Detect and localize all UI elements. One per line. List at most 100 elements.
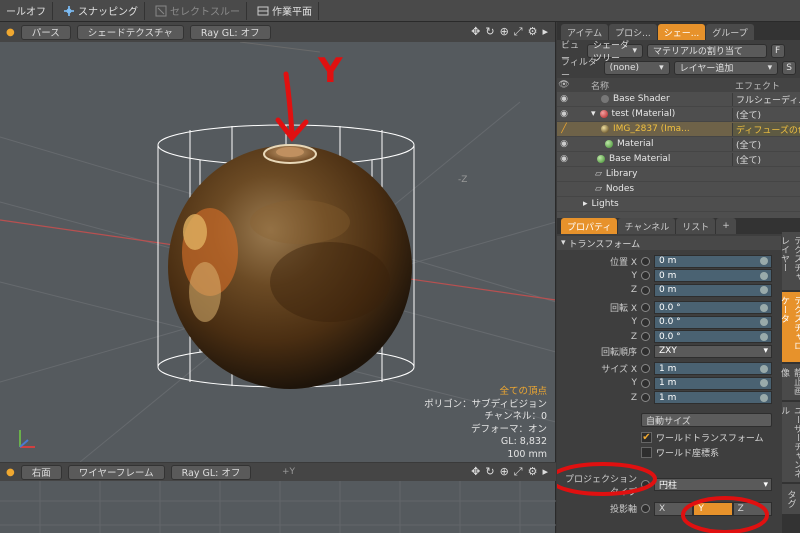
position-y-field[interactable]: 0 m (654, 269, 772, 283)
f-button[interactable]: F (771, 43, 785, 58)
maximize-icon[interactable]: ⤢ (514, 25, 523, 39)
folder-icon: ▱ (595, 184, 602, 194)
keyframe-dot[interactable] (641, 332, 650, 342)
tab-groups[interactable]: グループ (706, 24, 754, 40)
viewport2-menu-dot[interactable]: ● (6, 467, 15, 478)
size-y-field[interactable]: 1 m (654, 376, 772, 390)
tree-item-name: Base Material (609, 154, 671, 164)
expand-triangle-icon[interactable]: ▾ (591, 109, 596, 119)
tree-row-image[interactable]: ╱ IMG_2837 (Ima... ディフューズの色 (557, 122, 800, 137)
tab-list[interactable]: リスト (676, 218, 716, 234)
eye-icon[interactable]: ◉ (557, 94, 571, 104)
size-z-value: 1 m (659, 392, 677, 403)
tree-item-effect: (全て) (732, 152, 800, 166)
eye-icon: 👁 (558, 80, 570, 90)
view2-type-dropdown[interactable]: 右面 (20, 464, 62, 480)
tree-row-nodes[interactable]: ▱ Nodes (557, 182, 800, 197)
tab-channels[interactable]: チャンネル (618, 218, 676, 234)
zoom2-icon[interactable]: ⊕ (500, 465, 509, 479)
keyframe-dot[interactable] (641, 285, 650, 295)
side-tab-texture-locator[interactable]: テクスチャロケータ (779, 292, 800, 362)
keyframe-dot[interactable] (641, 317, 650, 327)
add-tab-button[interactable]: + (716, 218, 736, 234)
right-viewport[interactable]: ● 右面 ワイヤーフレーム Ray GL: オフ ✥ ↻ ⊕ ⤢ ⚙ ▸ +Y (0, 463, 556, 533)
tree-item-name: Lights (591, 199, 619, 209)
axis-z-option[interactable]: Z (732, 501, 772, 516)
raygl-toggle[interactable]: Ray GL: オフ (189, 24, 271, 40)
toolbar-work-plane-button[interactable]: 作業平面 (251, 1, 319, 20)
rotation-z-field[interactable]: 0.0 ° (654, 330, 772, 344)
add-layer-dropdown[interactable]: レイヤー追加 ▾ (673, 60, 779, 75)
tree-item-effect: ディフューズの色 (732, 122, 800, 136)
rotate2-icon[interactable]: ↻ (485, 465, 494, 479)
y-axis-label: +Y (282, 467, 296, 477)
position-x-field[interactable]: 0 m (654, 254, 772, 268)
s-button[interactable]: S (782, 60, 796, 75)
axis-x-option[interactable]: X (654, 501, 694, 516)
keyframe-dot[interactable] (641, 378, 650, 388)
keyframe-dot[interactable] (641, 504, 650, 513)
projection-type-dropdown[interactable]: 円柱 ▾ (654, 478, 772, 491)
rotation-x-field[interactable]: 0.0 ° (654, 301, 772, 315)
expand2-arrow-icon[interactable]: ▸ (542, 465, 548, 479)
keyframe-dot[interactable] (641, 346, 650, 356)
chevron-down-icon: ▾ (632, 45, 637, 56)
brush-icon[interactable]: ╱ (557, 124, 571, 134)
perspective-viewport[interactable]: ● パース シェードテクスチャ Ray GL: オフ ✥ ↻ ⊕ ⤢ ⚙ ▸ Y… (0, 22, 556, 462)
raygl2-toggle[interactable]: Ray GL: オフ (170, 464, 252, 480)
keyframe-dot[interactable] (641, 303, 650, 313)
eye-icon[interactable]: ◉ (557, 109, 571, 119)
eye-icon[interactable]: ◉ (557, 154, 571, 164)
rotation-order-dropdown[interactable]: ZXY ▾ (654, 344, 772, 358)
world-coord-checkbox[interactable] (641, 446, 652, 458)
world-transform-checkbox[interactable]: ✔ (641, 432, 652, 444)
pan2-icon[interactable]: ✥ (471, 465, 480, 479)
keyframe-dot[interactable] (641, 256, 650, 266)
side-tab-texture-layer[interactable]: テクスチャレイヤー (779, 232, 800, 290)
toolbar-select-through-button[interactable]: セレクトスルー (149, 1, 247, 20)
expand-triangle-icon[interactable]: ▸ (583, 199, 588, 209)
shading2-dropdown[interactable]: ワイヤーフレーム (67, 464, 165, 480)
rotation-y-field[interactable]: 0.0 ° (654, 315, 772, 329)
size-z-field[interactable]: 1 m (654, 391, 772, 405)
size-x-field[interactable]: 1 m (654, 362, 772, 376)
side-tab-user-channel[interactable]: ユーザーチャンネル (779, 402, 800, 482)
side-tab-still-image[interactable]: 静止画像 (779, 364, 800, 400)
select-through-icon (155, 5, 167, 16)
keyframe-dot[interactable] (641, 480, 650, 489)
tree-row-material[interactable]: ◉ Material (全て) (557, 137, 800, 152)
viewport-menu-dot[interactable]: ● (6, 27, 15, 38)
expand-arrow-icon[interactable]: ▸ (542, 25, 548, 39)
filter-dropdown[interactable]: (none) ▾ (603, 60, 670, 75)
keyframe-dot[interactable] (641, 393, 650, 403)
tree-row-test-material[interactable]: ◉ ▾ test (Material) (全て) (557, 107, 800, 122)
eye-icon[interactable]: ◉ (557, 139, 571, 149)
keyframe-dot[interactable] (641, 271, 650, 281)
tree-row-lights[interactable]: ▸ Lights (557, 197, 800, 212)
view-type-dropdown[interactable]: パース (20, 24, 71, 40)
position-z-field[interactable]: 0 m (654, 283, 772, 297)
tree-row-library[interactable]: ▱ Library (557, 167, 800, 182)
tab-properties[interactable]: プロパティ (561, 218, 618, 234)
axis-y-option[interactable]: Y (693, 501, 733, 516)
material-assign-button[interactable]: マテリアルの割り当て (647, 43, 767, 58)
position-x-row: 位置 X0 m (557, 254, 781, 269)
toolbar-falloff-button[interactable]: ールオフ (0, 1, 53, 20)
maximize2-icon[interactable]: ⤢ (514, 465, 523, 479)
side-tab-tag[interactable]: タグ (782, 484, 800, 514)
filter-row: フィルター (none) ▾ レイヤー追加 ▾ S (557, 58, 800, 81)
shading-dropdown[interactable]: シェードテクスチャ (76, 24, 184, 40)
tab-shader[interactable]: シェー... (657, 24, 706, 40)
rotation-y-value: 0.0 ° (659, 317, 681, 328)
toolbar-snapping-button[interactable]: スナッピング (57, 1, 145, 20)
pan-icon[interactable]: ✥ (471, 25, 480, 39)
tree-row-base-shader[interactable]: ◉ Base Shader フルシェーディ... (557, 92, 800, 107)
zoom-icon[interactable]: ⊕ (500, 25, 509, 39)
rotate-icon[interactable]: ↻ (485, 25, 494, 39)
keyframe-dot[interactable] (641, 364, 650, 374)
tree-row-base-material[interactable]: ◉ Base Material (全て) (557, 152, 800, 167)
gear-icon[interactable]: ⚙ (528, 25, 538, 39)
transform-section[interactable]: ▾ トランスフォーム (557, 236, 781, 250)
auto-size-button[interactable]: 自動サイズ (641, 413, 772, 428)
gear2-icon[interactable]: ⚙ (528, 465, 538, 479)
